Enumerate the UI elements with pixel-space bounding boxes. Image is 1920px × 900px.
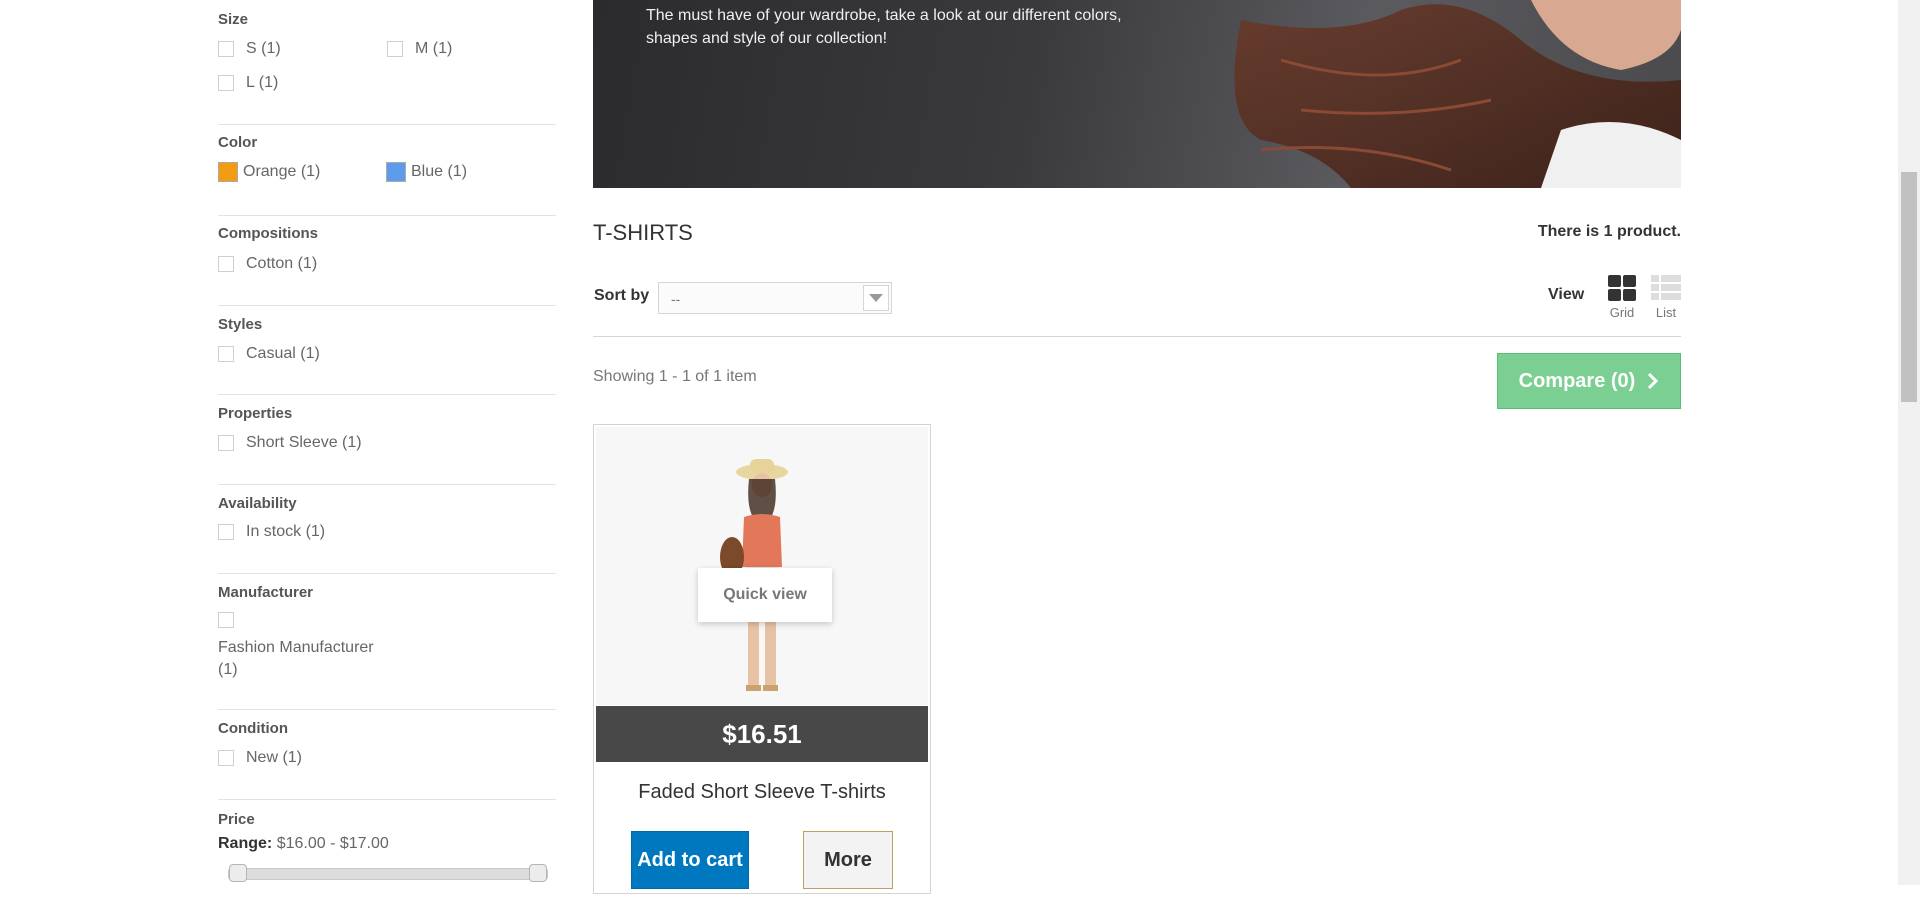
price-range-slider[interactable] [228,864,548,882]
page-scrollbar[interactable] [1898,0,1920,885]
filter-group-manufacturer: Manufacturer Fashion Manufacturer (1) [218,574,556,710]
view-grid-button[interactable]: Grid [1602,275,1642,320]
product-photo [596,427,928,705]
filter-option-color-orange[interactable]: Orange (1) [218,162,320,182]
checkbox[interactable] [218,346,234,362]
checkbox[interactable] [387,41,403,57]
checkbox[interactable] [218,524,234,540]
filter-title-price: Price [218,811,255,828]
color-swatch-blue[interactable] [386,162,406,182]
more-button[interactable]: More [803,831,893,889]
toolbar-divider [593,336,1681,337]
filter-group-availability: Availability In stock (1) [218,485,556,574]
filter-title-styles: Styles [218,316,263,333]
checkbox[interactable] [218,256,234,272]
checkbox[interactable] [218,75,234,91]
product-name-link[interactable]: Faded Short Sleeve T-shirts [594,781,930,804]
sort-by-label: Sort by [594,287,650,304]
filter-option-size-l[interactable]: L (1) [218,74,278,92]
product-price: $16.51 [596,706,928,762]
sort-select[interactable]: -- [658,282,892,314]
price-slider-max-handle[interactable] [529,864,547,882]
checkbox[interactable] [218,612,234,628]
product-image[interactable]: Quick view [596,427,928,705]
chevron-right-icon [1648,372,1659,390]
showing-count: Showing 1 - 1 of 1 item [593,368,757,385]
filter-title-manufacturer: Manufacturer [218,584,314,601]
add-to-cart-button[interactable]: Add to cart [631,831,749,889]
filter-title-color: Color [218,134,258,151]
product-count: There is 1 product. [1537,223,1681,240]
checkbox[interactable] [218,435,234,451]
filter-option-casual[interactable]: Casual (1) [218,345,320,363]
banner-model-image [1234,0,1681,188]
filter-option-fashion-manufacturer[interactable]: Fashion Manufacturer (1) [218,637,374,681]
filter-group-color: Color Orange (1) Blue (1) [218,125,556,216]
category-title: T-SHIRTS [593,220,693,245]
filter-option-size-m[interactable]: M (1) [387,40,452,58]
sort-selected-value: -- [671,291,681,307]
price-slider-min-handle[interactable] [229,864,247,882]
compare-button[interactable]: Compare (0) [1497,353,1681,409]
color-swatch-orange[interactable] [218,162,238,182]
filter-group-styles: Styles Casual (1) [218,306,556,395]
checkbox[interactable] [218,750,234,766]
filter-group-price: Price Range: $16.00 - $17.00 [218,800,556,900]
quick-view-button[interactable]: Quick view [698,568,832,622]
product-card[interactable]: Quick view $16.51 Faded Short Sleeve T-s… [593,424,931,894]
filter-option-size-s[interactable]: S (1) [218,40,281,58]
filter-group-condition: Condition New (1) [218,710,556,800]
category-banner: The must have of your wardrobe, take a l… [593,0,1681,188]
checkbox[interactable] [218,41,234,57]
price-range-text: Range: $16.00 - $17.00 [218,835,389,852]
chevron-down-icon[interactable] [863,285,889,311]
filter-option-cotton[interactable]: Cotton (1) [218,255,317,273]
filter-option-short-sleeve[interactable]: Short Sleeve (1) [218,434,362,452]
filter-option-color-blue[interactable]: Blue (1) [386,162,467,182]
list-icon [1651,275,1681,300]
filter-title-properties: Properties [218,405,293,422]
scrollbar-thumb[interactable] [1901,172,1917,402]
filter-title-size: Size [218,11,249,28]
view-label: View [1548,286,1585,303]
grid-icon [1608,275,1636,301]
filter-title-availability: Availability [218,495,297,512]
filter-title-condition: Condition [218,720,288,737]
filter-group-properties: Properties Short Sleeve (1) [218,395,556,485]
view-list-button[interactable]: List [1646,275,1686,320]
filter-group-compositions: Compositions Cotton (1) [218,216,556,306]
filter-option-new[interactable]: New (1) [218,749,302,767]
layered-filters: Size S (1) M (1) L (1) Color Orange (1) … [218,0,556,900]
banner-description: The must have of your wardrobe, take a l… [646,7,1122,47]
filter-option-in-stock[interactable]: In stock (1) [218,523,325,541]
filter-title-compositions: Compositions [218,225,318,242]
filter-group-size: Size S (1) M (1) L (1) [218,0,556,125]
